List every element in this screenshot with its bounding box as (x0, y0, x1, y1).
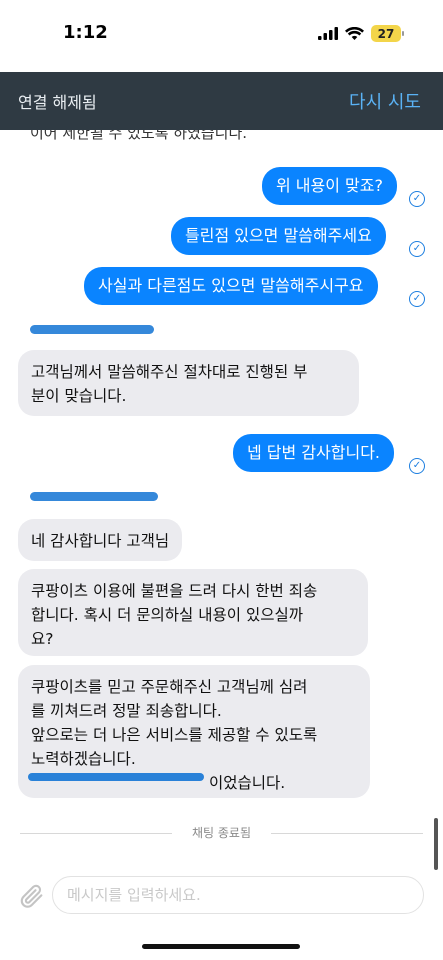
incoming-message: 고객님께서 말씀해주신 절차대로 진행된 부 분이 맞습니다. (18, 350, 359, 416)
outgoing-message: 위 내용이 맞죠? (262, 167, 397, 205)
read-check-icon: ✓ (409, 241, 425, 257)
message-line: 고객님께서 말씀해주신 절차대로 진행된 부 (31, 363, 308, 381)
home-indicator (142, 944, 300, 949)
redaction-scribble (28, 773, 204, 781)
message-line: 쿠팡이츠를 믿고 주문해주신 고객님께 심려 (31, 678, 308, 696)
wifi-icon (345, 26, 364, 40)
incoming-message: 네 감사합니다 고객님 (18, 519, 183, 561)
agent-name-redacted (30, 325, 154, 334)
composer (0, 874, 443, 918)
scrollbar[interactable] (434, 818, 438, 870)
message-line: 요? (31, 630, 54, 648)
incoming-message: 쿠팡이츠 이용에 불편을 드려 다시 한번 죄송 합니다. 혹시 더 문의하실 … (18, 569, 368, 656)
message-line: 합니다. 혹시 더 문의하실 내용이 있으실까 (31, 606, 303, 624)
status-icons: 27 (318, 25, 404, 42)
signal-icon (318, 27, 338, 40)
read-check-icon: ✓ (409, 191, 425, 207)
message-line: 앞으로는 더 나은 서비스를 제공할 수 있도록 (31, 726, 318, 744)
message-line: 쿠팡이츠 이용에 불편을 드려 다시 한번 죄송 (31, 582, 318, 600)
retry-button[interactable]: 다시 시도 (349, 88, 421, 114)
status-time: 1:12 (63, 22, 108, 43)
read-check-icon: ✓ (409, 458, 425, 474)
battery-level: 27 (377, 26, 395, 41)
agent-name-redacted (30, 492, 158, 501)
clipped-message: 이어 제한될 수 있도록 하였습니다. (30, 130, 248, 142)
message-input[interactable] (52, 876, 424, 914)
message-line: 네 감사합니다 고객님 (31, 532, 170, 550)
status-bar: 1:12 27 (0, 0, 443, 68)
chat-ended-label: 채팅 종료됨 (0, 824, 443, 841)
battery-icon: 27 (371, 25, 404, 42)
message-line: 노력하겠습니다. (31, 750, 136, 768)
read-check-icon: ✓ (409, 291, 425, 307)
message-line: 를 끼쳐드려 정말 죄송합니다. (31, 702, 222, 720)
outgoing-message: 틀린점 있으면 말씀해주세요 (171, 217, 386, 255)
outgoing-message: 사실과 다른점도 있으면 말씀해주시구요 (84, 267, 378, 305)
message-line: 분이 맞습니다. (31, 387, 127, 405)
connection-status: 연결 해제됨 (18, 93, 97, 112)
outgoing-message: 넵 답변 감사합니다. (233, 434, 395, 472)
connection-bar: 연결 해제됨 다시 시도 (0, 72, 443, 130)
paperclip-icon[interactable] (18, 882, 46, 910)
